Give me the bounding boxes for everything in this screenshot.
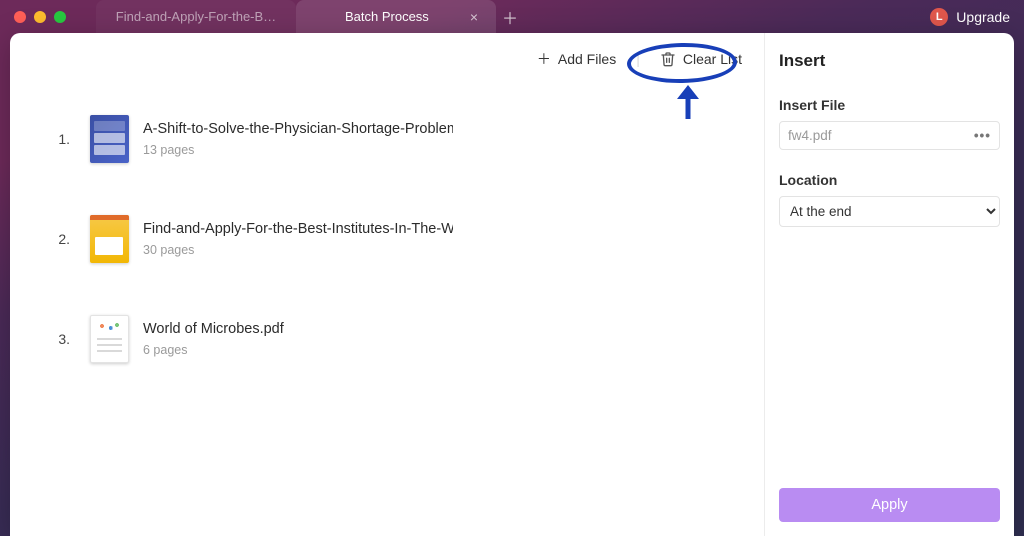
file-meta: World of Microbes.pdf 6 pages: [143, 321, 284, 357]
insert-file-value: fw4.pdf: [788, 128, 832, 143]
tab-title: Find-and-Apply-For-the-B…: [114, 9, 278, 24]
window-controls: [14, 11, 66, 23]
clear-list-button[interactable]: Clear List: [660, 51, 742, 67]
list-item[interactable]: 3. World of Microbes.pdf 6 pages: [90, 315, 736, 363]
list-item[interactable]: 1. A-Shift-to-Solve-the-Physician-Shorta…: [90, 115, 736, 163]
file-pages: 30 pages: [143, 243, 453, 257]
plus-icon: ＋: [537, 49, 551, 69]
file-thumbnail: [90, 115, 129, 163]
tab-background-0[interactable]: Find-and-Apply-For-the-B…: [96, 0, 296, 33]
tab-active[interactable]: Batch Process ×: [296, 0, 496, 33]
location-select[interactable]: At the end: [779, 196, 1000, 227]
insert-file-picker[interactable]: fw4.pdf •••: [779, 121, 1000, 150]
tab-title: Batch Process: [314, 9, 460, 24]
minimize-window-button[interactable]: [34, 11, 46, 23]
fullscreen-window-button[interactable]: [54, 11, 66, 23]
side-panel: Insert Insert File fw4.pdf ••• Location …: [764, 33, 1014, 536]
close-window-button[interactable]: [14, 11, 26, 23]
panel-title: Insert: [779, 51, 1000, 71]
add-files-button[interactable]: ＋ Add Files: [537, 49, 616, 69]
main-area: ＋ Add Files | Clear List 1.: [10, 33, 764, 536]
file-meta: Find-and-Apply-For-the-Best-Institutes-I…: [143, 221, 453, 257]
row-number: 2.: [42, 231, 70, 247]
tabs: Find-and-Apply-For-the-B… Batch Process …: [96, 0, 524, 33]
upgrade-label: Upgrade: [956, 9, 1010, 25]
titlebar: Find-and-Apply-For-the-B… Batch Process …: [0, 0, 1024, 33]
row-number: 3.: [42, 331, 70, 347]
toolbar-separator: |: [636, 51, 640, 67]
row-number: 1.: [42, 131, 70, 147]
list-item[interactable]: 2. Find-and-Apply-For-the-Best-Institute…: [90, 215, 736, 263]
add-files-label: Add Files: [558, 51, 616, 67]
file-thumbnail: [90, 215, 129, 263]
file-name: A-Shift-to-Solve-the-Physician-Shortage-…: [143, 121, 453, 137]
apply-button[interactable]: Apply: [779, 488, 1000, 522]
more-options-icon[interactable]: •••: [974, 128, 991, 143]
workspace: ＋ Add Files | Clear List 1.: [10, 33, 1014, 536]
file-meta: A-Shift-to-Solve-the-Physician-Shortage-…: [143, 121, 453, 157]
location-label: Location: [779, 172, 1000, 188]
new-tab-button[interactable]: ＋: [496, 0, 524, 33]
file-name: Find-and-Apply-For-the-Best-Institutes-I…: [143, 221, 453, 237]
file-thumbnail: [90, 315, 129, 363]
file-pages: 13 pages: [143, 143, 453, 157]
file-pages: 6 pages: [143, 343, 284, 357]
toolbar: ＋ Add Files | Clear List: [10, 33, 764, 85]
insert-file-label: Insert File: [779, 97, 1000, 113]
avatar: L: [930, 8, 948, 26]
clear-list-label: Clear List: [683, 51, 742, 67]
file-name: World of Microbes.pdf: [143, 321, 284, 337]
close-tab-icon[interactable]: ×: [470, 10, 478, 24]
file-list: 1. A-Shift-to-Solve-the-Physician-Shorta…: [10, 85, 764, 435]
trash-icon: [660, 51, 676, 67]
upgrade-area[interactable]: L Upgrade: [930, 0, 1010, 33]
apply-label: Apply: [871, 497, 907, 513]
